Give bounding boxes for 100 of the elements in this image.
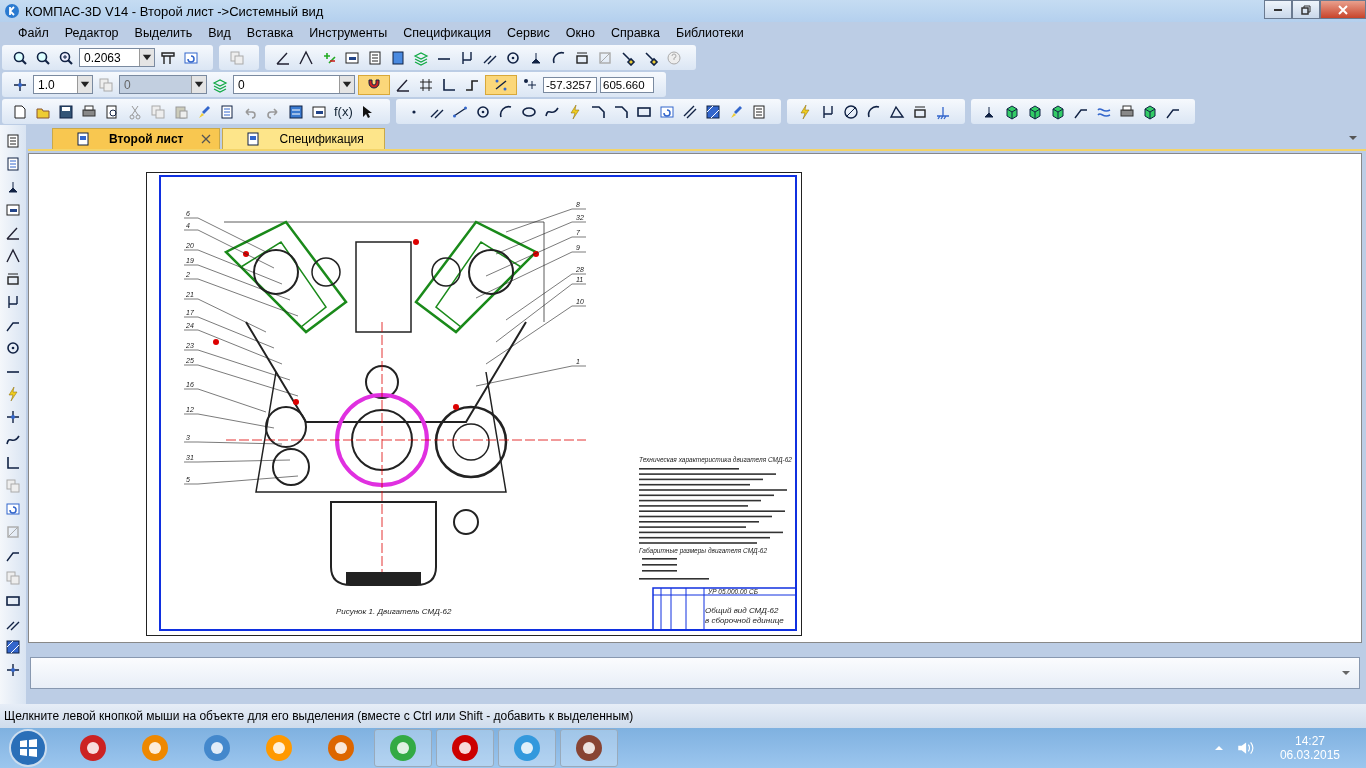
preview-icon[interactable] <box>104 103 120 120</box>
restore-icon <box>1301 4 1311 15</box>
table-icon[interactable] <box>5 156 21 172</box>
sheet-icon <box>75 131 91 147</box>
scale-combo[interactable]: 0.2063 <box>79 48 155 67</box>
axes-icon[interactable] <box>5 455 21 471</box>
refresh-icon[interactable] <box>658 103 675 120</box>
polyline-icon[interactable] <box>5 248 21 264</box>
cross-icon[interactable] <box>5 662 21 678</box>
property-field[interactable] <box>30 657 1360 689</box>
restore-button[interactable] <box>1292 0 1320 19</box>
window-icon[interactable] <box>5 202 21 218</box>
minimize-button[interactable] <box>1264 0 1292 19</box>
cube-icon[interactable] <box>1049 103 1066 120</box>
save-icon[interactable] <box>58 103 74 120</box>
menu-item[interactable]: Файл <box>10 26 57 40</box>
page-icon[interactable] <box>5 133 21 149</box>
menu-item[interactable]: Вид <box>200 26 239 40</box>
sheet-icon <box>245 131 262 147</box>
menu-item[interactable]: Инструменты <box>301 26 396 40</box>
magnet-button[interactable] <box>358 74 390 95</box>
y-coordinate-field[interactable]: 605.660 <box>600 76 654 93</box>
status-text: Щелкните левой кнопкой мыши на объекте для его выделения (вместе с Ctrl или Shift - добавить к выделенным) <box>4 709 634 723</box>
printer-icon[interactable] <box>1118 103 1135 120</box>
angle-icon[interactable] <box>5 225 21 241</box>
size-text-drawing <box>639 558 709 580</box>
step-combo[interactable]: 1.0 <box>33 75 93 94</box>
parallel-lines-icon[interactable] <box>681 103 698 120</box>
document-icon[interactable] <box>390 49 406 66</box>
chamfer-icon[interactable] <box>589 103 606 120</box>
axes-icon[interactable] <box>441 76 457 93</box>
taskbar-button[interactable] <box>436 729 494 767</box>
hatch-icon[interactable] <box>5 639 21 655</box>
dimension-icon[interactable] <box>459 49 475 66</box>
formula-button[interactable]: f(x) <box>332 104 355 119</box>
dropdown-arrow-icon[interactable] <box>1348 133 1358 143</box>
triangle-icon[interactable] <box>888 103 905 120</box>
taskbar-button[interactable] <box>560 729 618 767</box>
cube-icon[interactable] <box>1026 103 1043 120</box>
menu-item[interactable]: Библиотеки <box>667 26 752 40</box>
menu-item[interactable]: Сервис <box>499 26 558 40</box>
grid-icon[interactable] <box>418 76 434 93</box>
arc-icon[interactable] <box>497 103 514 120</box>
cross-icon[interactable] <box>12 76 28 93</box>
x-coordinate-field[interactable]: -57.3257 <box>543 76 597 93</box>
cabinet-icon[interactable] <box>288 103 304 120</box>
cube-icon[interactable] <box>1003 103 1020 120</box>
document-tab[interactable]: Второй лист <box>52 128 221 149</box>
brush-icon[interactable] <box>196 103 212 120</box>
refresh-icon[interactable] <box>183 49 199 66</box>
arc-icon[interactable] <box>551 49 567 66</box>
cross-icon[interactable] <box>5 409 21 425</box>
circle-icon[interactable] <box>505 49 521 66</box>
page-icon[interactable] <box>750 103 767 120</box>
frame-icon[interactable] <box>911 103 928 120</box>
printer-icon[interactable] <box>81 103 97 120</box>
cube-icon[interactable] <box>1141 103 1158 120</box>
taskbar-button[interactable] <box>374 729 432 767</box>
menu-item[interactable]: Редактор <box>56 26 127 40</box>
frame-icon[interactable] <box>5 271 21 287</box>
ruler-icon[interactable] <box>160 49 176 66</box>
hatch-icon[interactable] <box>704 103 721 120</box>
magnifier-icon[interactable] <box>12 49 28 66</box>
snap-button[interactable] <box>485 74 517 95</box>
zoom-in-icon[interactable] <box>58 49 74 66</box>
polyline-icon[interactable] <box>298 49 314 66</box>
frame-icon[interactable] <box>574 49 590 66</box>
drawing-title: Общий вид СМД-62 <box>705 606 779 615</box>
window-icon[interactable] <box>344 49 360 66</box>
menu-item[interactable]: Выделить <box>126 26 201 40</box>
taskbar-button[interactable] <box>498 729 556 767</box>
drawing-title: в сборочной единице <box>705 616 784 625</box>
dropdown-arrow-icon[interactable] <box>1341 668 1351 678</box>
page-icon[interactable] <box>367 49 383 66</box>
arc-icon[interactable] <box>865 103 882 120</box>
document-tab[interactable]: Спецификация <box>222 128 385 149</box>
menu-item[interactable]: Справка <box>602 26 668 40</box>
circle-icon[interactable] <box>5 340 21 356</box>
circle-icon[interactable] <box>474 103 491 120</box>
refresh-icon[interactable] <box>5 501 21 517</box>
diameter-icon[interactable] <box>842 103 859 120</box>
chamfer-icon[interactable] <box>612 103 629 120</box>
menu-item[interactable]: Вставка <box>238 26 302 40</box>
new-file-icon[interactable] <box>12 103 28 120</box>
magnifier-icon[interactable] <box>35 49 51 66</box>
clock-time: 14:27 <box>1294 734 1325 748</box>
menu-item[interactable]: Спецификация <box>395 26 500 40</box>
dimension-icon[interactable] <box>5 294 21 310</box>
clock-date: 06.03.2015 <box>1279 748 1340 762</box>
start-button[interactable] <box>8 728 48 768</box>
layer-combo[interactable]: 0 <box>233 75 355 94</box>
menu-item[interactable]: Окно <box>557 26 603 40</box>
rectangle-icon[interactable] <box>5 593 21 609</box>
close-button[interactable] <box>1320 0 1366 19</box>
minimize-icon <box>1274 8 1282 11</box>
figure-caption: Рисунок 1. Двигатель СМД-62 <box>336 607 452 616</box>
window-icon[interactable] <box>311 103 327 120</box>
close-icon[interactable] <box>201 134 212 144</box>
table-icon[interactable] <box>219 103 235 120</box>
close-icon <box>1338 4 1348 15</box>
